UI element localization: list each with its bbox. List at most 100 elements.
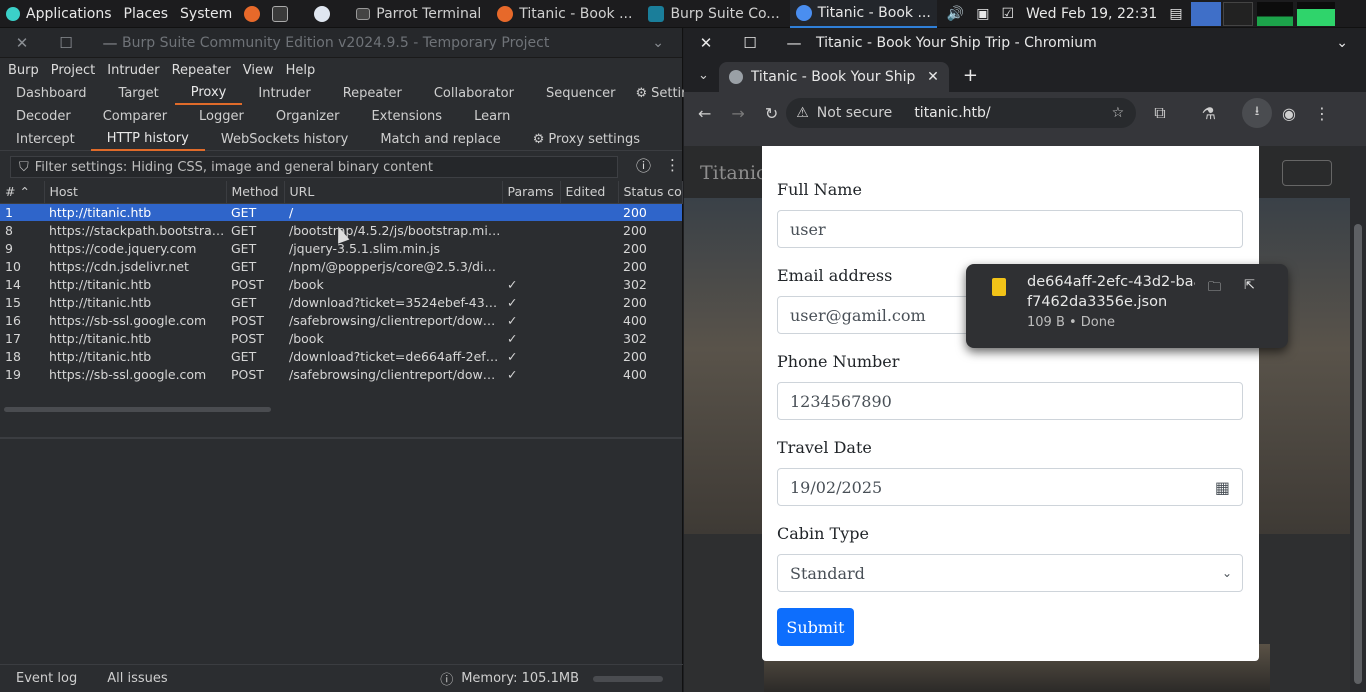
- menu-project[interactable]: Project: [45, 63, 101, 78]
- table-row[interactable]: 15 http://titanic.htb GET/download?ticket=…: [0, 293, 682, 311]
- network-icon[interactable]: ▣: [970, 0, 995, 28]
- back-icon[interactable]: ←: [698, 104, 711, 123]
- submit-button[interactable]: Submit: [777, 608, 854, 646]
- chevron-down-icon[interactable]: ⌄: [652, 35, 664, 51]
- download-icon[interactable]: ⭳: [1242, 98, 1272, 128]
- subtab-http-history[interactable]: HTTP history: [90, 128, 205, 151]
- calculator-icon[interactable]: ▤: [1163, 0, 1188, 28]
- download-filename-line2[interactable]: f7462da3356e.json: [1027, 294, 1167, 310]
- more-options-icon[interactable]: ⋮: [665, 156, 680, 174]
- maximize-icon[interactable]: ☐: [44, 28, 88, 58]
- tab-close-icon[interactable]: ✕: [927, 69, 939, 85]
- cell-edited: [560, 365, 618, 383]
- travel-date-input[interactable]: 19/02/2025 ▦: [777, 468, 1243, 506]
- subtab-match-and-replace[interactable]: Match and replace: [364, 128, 516, 151]
- firefox-launcher-icon[interactable]: [238, 0, 266, 28]
- chevron-down-icon[interactable]: ⌄: [1336, 35, 1348, 51]
- close-icon[interactable]: ✕: [684, 28, 728, 58]
- table-row[interactable]: 10 https://cdn.jsdelivr.net GET/npm/@poppe…: [0, 257, 682, 275]
- new-tab-icon[interactable]: +: [963, 65, 978, 86]
- system-menu[interactable]: System: [174, 0, 238, 28]
- forward-icon[interactable]: →: [731, 104, 744, 123]
- event-log-button[interactable]: Event log: [16, 671, 77, 686]
- col-url[interactable]: URL: [284, 181, 503, 204]
- tab-decoder[interactable]: Decoder: [0, 105, 87, 128]
- phone-input[interactable]: 1234567890: [777, 382, 1243, 420]
- tab-intruder[interactable]: Intruder: [242, 82, 326, 105]
- table-row[interactable]: 1 http://titanic.htb GET/ 200: [0, 203, 682, 221]
- extensions-icon[interactable]: ⧉: [1154, 103, 1165, 123]
- col-status[interactable]: Status cod: [618, 181, 683, 204]
- tab-search-icon[interactable]: ⌄: [698, 68, 709, 83]
- task-terminal[interactable]: Parrot Terminal: [350, 0, 487, 28]
- tab-proxy[interactable]: Proxy: [174, 82, 243, 105]
- menu-repeater[interactable]: Repeater: [166, 63, 237, 78]
- task-chromium[interactable]: Titanic - Book ...: [789, 0, 937, 28]
- tab-organizer[interactable]: Organizer: [260, 105, 356, 128]
- cabin-type-select[interactable]: Standard ⌄: [777, 554, 1243, 592]
- subtab-proxy-settings[interactable]: ⚙ Proxy settings: [517, 128, 656, 151]
- maximize-icon[interactable]: ☐: [728, 28, 772, 58]
- table-row[interactable]: 16 https://sb-ssl.google.com POST/safebrow…: [0, 311, 682, 329]
- clock[interactable]: Wed Feb 19, 22:31: [1020, 0, 1163, 28]
- minimize-icon[interactable]: —: [772, 28, 816, 58]
- tab-dashboard[interactable]: Dashboard: [0, 82, 103, 105]
- browser-tab[interactable]: Titanic - Book Your Ship T ✕: [718, 62, 949, 92]
- tab-learn[interactable]: Learn: [458, 105, 526, 128]
- reload-icon[interactable]: ↻: [765, 104, 778, 123]
- col-host[interactable]: Host: [44, 181, 227, 204]
- tab-repeater[interactable]: Repeater: [327, 82, 418, 105]
- tab-sequencer[interactable]: Sequencer: [530, 82, 631, 105]
- table-row[interactable]: 19 https://sb-ssl.google.com POST/safebrow…: [0, 365, 682, 383]
- close-icon[interactable]: ✕: [0, 28, 44, 58]
- subtab-websockets-history[interactable]: WebSockets history: [205, 128, 364, 151]
- col-num[interactable]: # ⌃: [0, 181, 45, 204]
- vertical-scrollbar[interactable]: [1350, 146, 1366, 692]
- help-icon[interactable]: ⓘ: [636, 155, 651, 176]
- clipboard-icon[interactable]: ☑: [995, 0, 1020, 28]
- bookmark-star-icon[interactable]: ☆: [1112, 105, 1125, 121]
- places-menu[interactable]: Places: [118, 0, 175, 28]
- menu-icon[interactable]: ⋮: [1314, 104, 1330, 123]
- filter-bar[interactable]: ⛉ Filter settings: Hiding CSS, image and…: [10, 156, 618, 178]
- task-burp[interactable]: Burp Suite Co...: [642, 0, 785, 28]
- menu-intruder[interactable]: Intruder: [101, 63, 165, 78]
- tab-target[interactable]: Target: [103, 82, 175, 105]
- address-bar[interactable]: ⚠ Not secure titanic.htb/ ☆: [786, 98, 1137, 128]
- menu-help[interactable]: Help: [280, 63, 322, 78]
- full-name-input[interactable]: user: [777, 210, 1243, 248]
- applications-menu[interactable]: Applications: [0, 0, 118, 28]
- table-row[interactable]: 14 http://titanic.htb POST/book ✓ 302: [0, 275, 682, 293]
- scrollbar-thumb[interactable]: [1354, 224, 1362, 684]
- terminal-launcher-icon[interactable]: [266, 0, 294, 28]
- menu-view[interactable]: View: [237, 63, 280, 78]
- tab-extensions[interactable]: Extensions: [355, 105, 458, 128]
- col-params[interactable]: Params: [502, 181, 561, 204]
- table-row[interactable]: 18 http://titanic.htb GET/download?ticket=…: [0, 347, 682, 365]
- gear-icon: ⚙: [635, 86, 648, 101]
- download-filename-line1[interactable]: de664aff-2efc-43d2-baa: [1027, 274, 1195, 290]
- workspace-switcher[interactable]: [1189, 0, 1255, 28]
- labs-icon[interactable]: ⚗: [1202, 104, 1216, 123]
- col-edited[interactable]: Edited: [560, 181, 619, 204]
- task-firefox[interactable]: Titanic - Book ...: [491, 0, 638, 28]
- tab-collaborator[interactable]: Collaborator: [418, 82, 530, 105]
- col-method[interactable]: Method: [226, 181, 285, 204]
- sort-up-icon: ⌃: [19, 184, 30, 200]
- show-in-folder-icon[interactable]: 🗀: [1208, 278, 1221, 300]
- table-row[interactable]: 17 http://titanic.htb POST/book ✓ 302: [0, 329, 682, 347]
- open-external-icon[interactable]: ⇱: [1244, 278, 1255, 293]
- subtab-intercept[interactable]: Intercept: [0, 128, 91, 151]
- network-launcher-icon[interactable]: [308, 0, 336, 28]
- all-issues-button[interactable]: All issues: [107, 671, 167, 686]
- calendar-icon[interactable]: ▦: [1215, 478, 1230, 497]
- horizontal-scrollbar[interactable]: [4, 407, 271, 412]
- splitter[interactable]: [0, 437, 682, 439]
- hamburger-icon[interactable]: [1282, 160, 1332, 186]
- site-brand[interactable]: Titanic: [700, 162, 767, 184]
- volume-icon[interactable]: 🔊: [941, 0, 970, 28]
- tab-logger[interactable]: Logger: [183, 105, 260, 128]
- tab-comparer[interactable]: Comparer: [87, 105, 183, 128]
- profile-icon[interactable]: ◉: [1282, 104, 1296, 123]
- menu-burp[interactable]: Burp: [2, 63, 45, 78]
